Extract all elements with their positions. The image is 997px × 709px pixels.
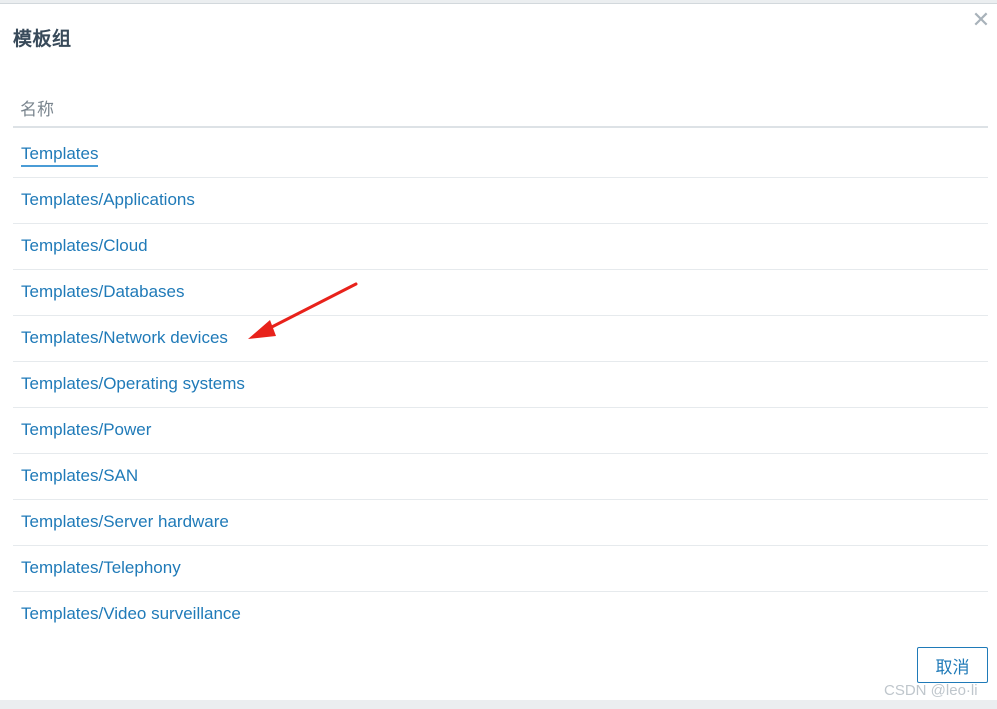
- list-item: Templates/Telephony: [13, 546, 988, 592]
- list-item: Templates/Cloud: [13, 224, 988, 270]
- list-item: Templates/Operating systems: [13, 362, 988, 408]
- list-item: Templates/Power: [13, 408, 988, 454]
- watermark: CSDN @leo·li: [884, 682, 978, 699]
- template-group-link[interactable]: Templates/Power: [21, 420, 151, 440]
- name-column-header: 名称: [13, 82, 988, 128]
- template-group-link[interactable]: Templates/Cloud: [21, 236, 148, 256]
- list-item: Templates: [13, 132, 988, 178]
- template-group-link[interactable]: Templates: [21, 144, 99, 167]
- template-group-dialog: 模板组 ✕ 名称 Templates Templates/Application…: [0, 3, 997, 700]
- cancel-button[interactable]: 取消: [917, 647, 988, 683]
- list-item: Templates/Applications: [13, 178, 988, 224]
- template-group-list: Templates Templates/Applications Templat…: [13, 132, 988, 638]
- template-group-link[interactable]: Templates/Telephony: [21, 558, 181, 578]
- template-group-link[interactable]: Templates/Databases: [21, 282, 184, 302]
- list-item: Templates/Network devices: [13, 316, 988, 362]
- list-item: Templates/SAN: [13, 454, 988, 500]
- template-group-link[interactable]: Templates/Video surveillance: [21, 604, 241, 624]
- list-item: Templates/Server hardware: [13, 500, 988, 546]
- template-group-link[interactable]: Templates/Applications: [21, 190, 195, 210]
- template-group-link[interactable]: Templates/Operating systems: [21, 374, 245, 394]
- template-group-link[interactable]: Templates/SAN: [21, 466, 138, 486]
- list-item: Templates/Databases: [13, 270, 988, 316]
- list-item: Templates/Video surveillance: [13, 592, 988, 638]
- template-group-link[interactable]: Templates/Network devices: [21, 328, 228, 348]
- template-group-link[interactable]: Templates/Server hardware: [21, 512, 229, 532]
- close-icon[interactable]: ✕: [971, 10, 991, 32]
- dialog-title: 模板组: [13, 28, 72, 50]
- name-column-label: 名称: [20, 100, 54, 120]
